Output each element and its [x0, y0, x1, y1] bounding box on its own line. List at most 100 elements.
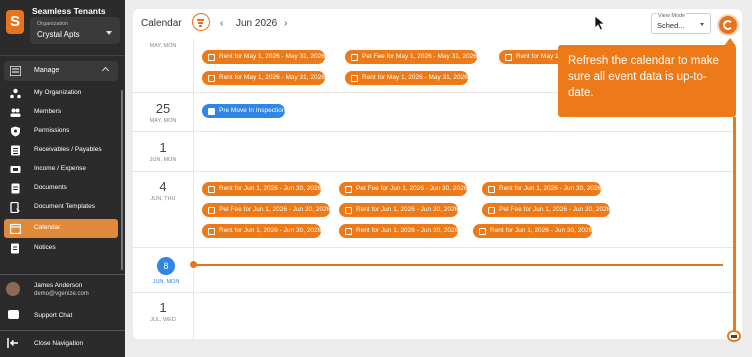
event-chip[interactable]: Rent for Jun 1, 2026 - Jun 30, 2026	[339, 224, 459, 238]
sidebar-item-receivables[interactable]: Receivables / Payables	[4, 141, 118, 160]
current-time-indicator	[193, 264, 723, 266]
close-navigation-button[interactable]: Close Navigation	[34, 340, 83, 347]
filter-button[interactable]	[192, 13, 210, 31]
support-chat-link[interactable]: Support Chat	[34, 312, 72, 319]
sidebar: S Seamless Tenants Organization Crystal …	[0, 0, 125, 357]
sidebar-item-label: Documents	[34, 184, 67, 191]
organization-name: Crystal Apts	[37, 30, 80, 39]
day-of-week: JUL, WED	[150, 317, 176, 323]
event-icon	[208, 53, 215, 61]
day-of-week: JUN, MON	[149, 157, 177, 163]
sidebar-item-label: Notices	[34, 244, 56, 251]
sidebar-item-members[interactable]: Members	[4, 103, 118, 122]
user-email: demo@vgenize.com	[34, 291, 89, 297]
today-date-badge: 8	[157, 257, 175, 275]
event-chip[interactable]: Pet Fee for Jun 1, 2026 - Jun 30, 2026	[339, 182, 468, 196]
event-chip[interactable]: Rent for Jun 1, 2026 - Jun 30, 2026	[482, 182, 602, 196]
event-icon	[505, 53, 512, 61]
event-chip[interactable]: Rent for Jun 1, 2026 - Jun 30, 2026	[202, 182, 322, 196]
event-icon	[208, 185, 215, 193]
event-chip[interactable]: Pet Fee for Jun 1, 2026 - Jun 30, 2026	[202, 203, 331, 217]
brand-name: Seamless Tenants	[32, 6, 106, 16]
event-icon	[351, 53, 358, 61]
sidebar-item-calendar[interactable]: Calendar	[4, 219, 118, 238]
event-icon	[208, 74, 215, 82]
column-divider	[193, 39, 194, 339]
date-cell: 1 JUL, WED	[133, 300, 193, 323]
sidebar-item-label: Permissions	[34, 127, 70, 134]
chevron-down-icon	[700, 23, 704, 26]
sidebar-item-document-templates[interactable]: Document Templates	[4, 198, 118, 217]
ledger-icon	[11, 145, 20, 156]
event-icon	[208, 206, 215, 214]
tooltip-anchor-icon	[731, 335, 737, 338]
sidebar-item-label: Document Templates	[34, 203, 95, 210]
template-icon	[10, 202, 20, 213]
manage-icon	[10, 66, 21, 76]
avatar[interactable]	[6, 282, 20, 296]
sidebar-item-label: Income / Expense	[34, 165, 87, 172]
refresh-icon	[723, 20, 733, 30]
event-chip[interactable]: Pet Fee for May 1, 2026 - May 31, 2026	[345, 50, 477, 64]
sidebar-item-documents[interactable]: Documents	[4, 179, 118, 198]
day-of-week: JUN, MON	[152, 279, 180, 285]
mouse-cursor-icon	[594, 15, 606, 31]
row-divider	[133, 292, 733, 293]
day-of-week: MAY, MON	[149, 43, 177, 49]
document-icon	[11, 183, 20, 194]
calendar-toolbar: Calendar ‹ Jun 2026 › View Mode Sched...	[133, 9, 742, 39]
org-icon	[10, 88, 21, 99]
event-chip[interactable]: Rent for Jun 1, 2026 - Jun 30, 2026	[339, 203, 459, 217]
current-month: Jun 2026	[236, 18, 278, 29]
sidebar-item-label: Members	[34, 108, 62, 115]
organization-label: Organization	[37, 21, 69, 27]
day-number: 1	[159, 300, 167, 315]
manage-section-toggle[interactable]: Manage	[4, 61, 118, 81]
money-icon	[10, 166, 21, 173]
row-divider	[133, 247, 733, 248]
date-cell: 4 JUN, THU	[133, 179, 193, 202]
view-mode-select[interactable]: View Mode Sched...	[651, 13, 711, 34]
calendar-icon	[10, 223, 21, 234]
chat-icon	[8, 310, 19, 319]
day-number: 4	[159, 179, 167, 194]
sidebar-item-notices[interactable]: Notices	[4, 239, 118, 258]
next-month-button[interactable]: ›	[284, 18, 287, 29]
shield-icon	[11, 126, 20, 137]
sidebar-item-my-organization[interactable]: My Organization	[4, 84, 118, 103]
event-icon	[345, 227, 352, 235]
date-cell-partial: MAY, MON	[133, 41, 193, 49]
row-divider	[133, 131, 733, 132]
view-mode-value: Sched...	[657, 21, 685, 30]
divider	[0, 55, 125, 56]
event-chip[interactable]: Pet Fee for Jun 1, 2026 - Jun 30, 2026	[482, 203, 611, 217]
current-time-dot	[190, 261, 197, 268]
divider	[0, 330, 125, 331]
sidebar-item-income-expense[interactable]: Income / Expense	[4, 160, 118, 179]
chevron-down-icon	[106, 31, 112, 35]
sidebar-item-permissions[interactable]: Permissions	[4, 122, 118, 141]
day-of-week: MAY, MON	[149, 118, 177, 124]
refresh-button[interactable]	[719, 16, 737, 34]
members-icon	[10, 108, 21, 117]
event-chip[interactable]: Rent for May 1, 2026 - May 31, 2026	[202, 50, 325, 64]
notice-icon	[11, 243, 19, 254]
event-icon	[488, 206, 495, 214]
chevron-up-icon	[101, 66, 110, 75]
organization-selector[interactable]: Organization Crystal Apts	[30, 17, 120, 44]
view-mode-label: View Mode	[657, 13, 687, 19]
onboarding-tooltip: Refresh the calendar to make sure all ev…	[558, 45, 736, 117]
day-number: 1	[159, 140, 167, 155]
event-icon	[351, 74, 358, 82]
event-chip[interactable]: Rent for May 1, 2026 - May 31, 2026	[202, 71, 325, 85]
sidebar-item-label: Receivables / Payables	[34, 146, 102, 153]
day-of-week: JUN, THU	[150, 196, 176, 202]
event-chip[interactable]: Pre Move In Inspection	[202, 104, 286, 118]
app-logo: S	[6, 10, 24, 34]
sidebar-scrollbar[interactable]	[121, 90, 123, 270]
event-chip[interactable]: Rent for May 1, 2026 - May 31, 2026	[345, 71, 468, 85]
date-cell: 25 MAY, MON	[133, 101, 193, 124]
event-chip[interactable]: Rent for Jun 1, 2026 - Jun 30, 2026	[202, 224, 322, 238]
event-chip[interactable]: Rent for Jun 1, 2026 - Jun 30, 2026	[473, 224, 593, 238]
prev-month-button[interactable]: ‹	[220, 18, 223, 29]
